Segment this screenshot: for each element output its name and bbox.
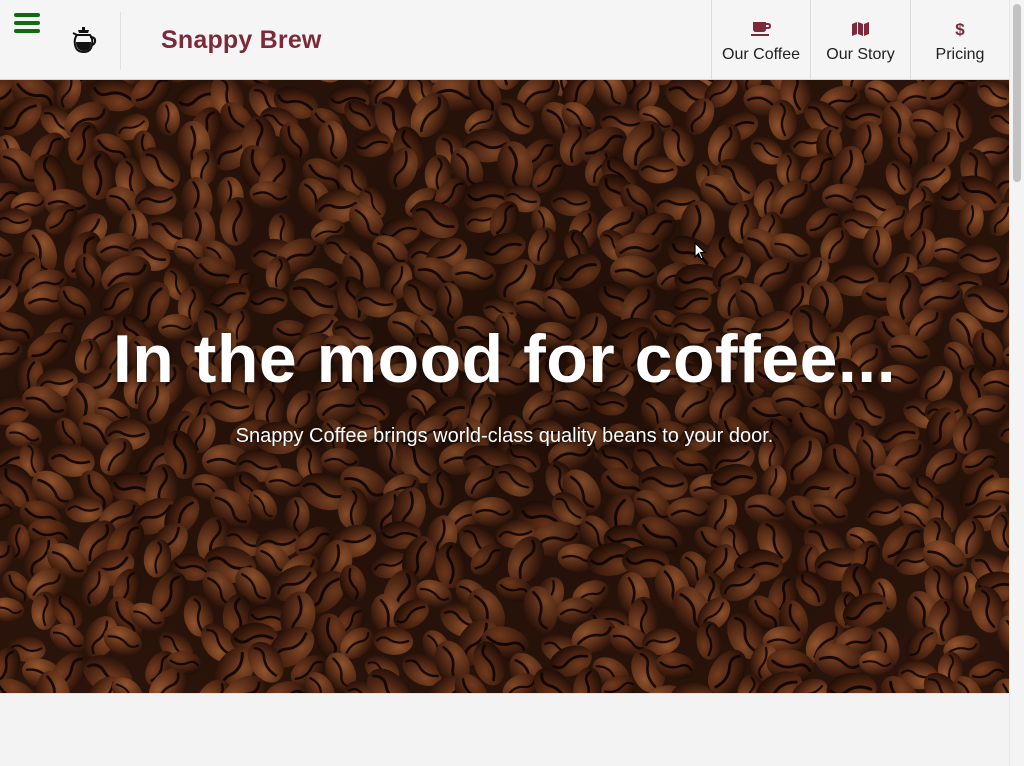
site-header: Snappy Brew Our Coffee Our Story $ Prici…	[0, 0, 1009, 80]
header-divider	[120, 12, 121, 70]
scrollbar-thumb[interactable]	[1013, 4, 1021, 182]
brand-name[interactable]: Snappy Brew	[161, 26, 322, 55]
vertical-scrollbar[interactable]	[1009, 0, 1024, 766]
coffee-pot-icon[interactable]	[70, 26, 98, 54]
dollar-icon: $	[955, 20, 965, 38]
nav-label-pricing: Pricing	[935, 46, 985, 63]
nav-item-pricing[interactable]: $ Pricing	[910, 0, 1009, 79]
coffee-cup-icon	[751, 22, 771, 36]
mouse-cursor-icon	[694, 242, 706, 260]
nav-label-our-coffee: Our Coffee	[722, 46, 800, 63]
below-hero-area	[0, 693, 1009, 766]
main-nav: Our Coffee Our Story $ Pricing	[711, 0, 1009, 80]
map-icon	[851, 22, 869, 36]
svg-text:$: $	[955, 20, 965, 38]
nav-item-our-coffee[interactable]: Our Coffee	[711, 0, 810, 79]
nav-label-our-story: Our Story	[826, 46, 895, 63]
hero-section: In the mood for coffee... Snappy Coffee …	[0, 80, 1009, 693]
hamburger-menu-icon[interactable]	[14, 13, 42, 35]
hero-title: In the mood for coffee...	[112, 321, 897, 397]
page-viewport: Snappy Brew Our Coffee Our Story $ Prici…	[0, 0, 1009, 766]
hero-subtitle: Snappy Coffee brings world-class quality…	[235, 425, 774, 447]
nav-item-our-story[interactable]: Our Story	[810, 0, 910, 79]
